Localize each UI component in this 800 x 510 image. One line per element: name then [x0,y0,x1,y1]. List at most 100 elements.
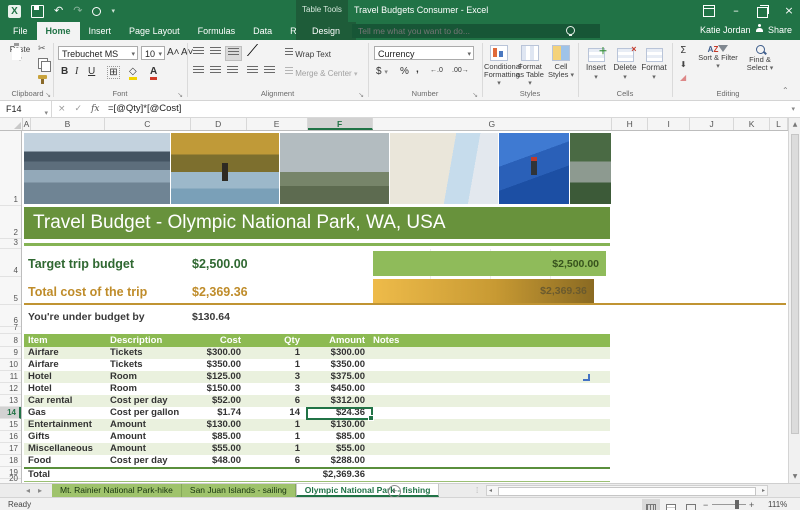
forest-stream-photo[interactable] [570,133,611,204]
sheet-tab-olympic-national-park-fishing[interactable]: Olympic National Park - fishing [296,484,440,497]
table-cell[interactable]: $375.00 [304,371,369,383]
fill-color-icon[interactable]: ◇ [129,66,137,80]
table-cell[interactable] [369,347,610,359]
number-format-combo[interactable]: Currency [374,46,474,60]
tab-file[interactable]: File [4,22,37,40]
comma-style-icon[interactable]: , [416,64,419,75]
zoom-slider-handle[interactable] [735,500,739,509]
table-cell[interactable]: 6 [245,455,304,467]
table-cell[interactable]: $300.00 [194,347,245,359]
table-cell[interactable]: Amount [106,419,194,431]
table-header-cost[interactable]: Cost [194,334,245,347]
column-header-C[interactable]: C [105,118,191,130]
table-cell[interactable]: 6 [245,395,304,407]
table-cell[interactable]: Gifts [24,431,106,443]
column-header-K[interactable]: K [734,118,770,130]
copy-icon[interactable] [38,58,48,69]
formula-input[interactable]: =[@Qty]*[@Cost] [108,101,181,117]
table-cell[interactable] [369,469,610,481]
scroll-left-icon[interactable]: ◂ [489,487,492,494]
row-header-16[interactable]: 16 [0,431,21,443]
find-select-button[interactable]: Find & Select [740,45,780,72]
decrease-indent-icon[interactable] [245,65,260,78]
table-cell[interactable]: Entertainment [24,419,106,431]
column-header-G[interactable]: G [373,118,613,130]
undo-icon[interactable] [54,3,63,19]
table-cell[interactable]: 1 [245,431,304,443]
table-cell[interactable]: 1 [245,443,304,455]
touch-mode-icon[interactable] [92,7,101,16]
table-cell[interactable]: Car rental [24,395,106,407]
table-cell[interactable]: Room [106,371,194,383]
qat-customize-icon[interactable] [111,7,115,15]
table-cell[interactable]: $450.00 [304,383,369,395]
page-break-view-icon[interactable] [682,499,700,510]
heron-shore-photo[interactable] [280,133,389,204]
table-cell[interactable]: Food [24,455,106,467]
tab-design[interactable]: Design [296,22,356,40]
table-cell[interactable]: $288.00 [304,455,369,467]
tab-formulas[interactable]: Formulas [189,22,245,40]
table-cell[interactable] [369,407,610,419]
conditional-formatting-button[interactable]: Conditional Formatting [484,45,514,87]
table-cell[interactable]: Gas [24,407,106,419]
table-cell[interactable]: $312.00 [304,395,369,407]
table-cell[interactable]: 14 [245,407,304,419]
table-cell[interactable]: $125.00 [194,371,245,383]
ribbon-display-options-icon[interactable] [703,5,715,17]
angler-blue-water-photo[interactable] [499,133,569,204]
table-cell[interactable] [369,419,610,431]
name-box[interactable]: F14 [0,101,52,117]
tell-me-search-input[interactable] [352,24,600,38]
table-cell[interactable]: $85.00 [304,431,369,443]
table-cell[interactable] [369,455,610,467]
table-cell[interactable] [194,469,245,481]
table-cell[interactable]: Miscellaneous [24,443,106,455]
table-cell[interactable]: $55.00 [194,443,245,455]
cut-icon[interactable]: ✂ [38,44,46,54]
fill-icon[interactable]: ⬇ [680,60,687,69]
zoom-in-icon[interactable]: + [749,500,754,510]
format-cells-button[interactable]: Format [640,48,668,81]
delete-cells-button[interactable]: × Delete [611,48,639,81]
font-name-combo[interactable]: Trebuchet MS [58,46,138,60]
table-cell[interactable]: Room [106,383,194,395]
clipboard-dialog-launcher-icon[interactable] [45,91,51,99]
table-cell[interactable] [245,469,304,481]
table-cell[interactable]: Cost per day [106,455,194,467]
table-resize-handle-icon[interactable] [583,374,590,381]
page-layout-view-icon[interactable] [662,499,680,510]
table-header-amount[interactable]: Amount [304,334,369,347]
row-header-4[interactable]: 4 [0,249,21,277]
expand-formula-bar-icon[interactable] [791,105,795,113]
row-header-17[interactable]: 17 [0,443,21,455]
zoom-level[interactable]: 111% [768,500,787,509]
table-cell[interactable]: $85.00 [194,431,245,443]
table-header-qty[interactable]: Qty [245,334,304,347]
column-header-H[interactable]: H [612,118,648,130]
close-button[interactable]: × [782,0,796,22]
column-header-B[interactable]: B [31,118,105,130]
table-cell[interactable] [369,383,610,395]
table-cell[interactable]: $350.00 [304,359,369,371]
font-color-icon[interactable]: A [150,66,157,80]
enter-formula-icon[interactable] [75,104,83,114]
row-header-7[interactable]: 7 [0,327,21,334]
mountain-lake-reflection-photo[interactable] [24,133,170,204]
select-all-corner[interactable] [0,118,23,130]
collapse-ribbon-icon[interactable] [782,86,789,95]
zoom-out-icon[interactable]: − [703,500,708,510]
table-cell[interactable]: Tickets [106,347,194,359]
horizontal-scrollbar[interactable]: ◂ ▸ [486,485,768,496]
vertical-scroll-thumb[interactable] [791,134,799,434]
borders-icon[interactable]: ⊞ [107,66,120,79]
align-right-icon[interactable] [225,65,240,78]
increase-font-icon[interactable]: A˄ [167,47,180,58]
italic-button[interactable]: I [75,66,78,77]
align-top-icon[interactable] [191,46,206,59]
tab-home[interactable]: Home [37,22,80,40]
align-center-icon[interactable] [208,65,223,78]
table-cell[interactable] [369,431,610,443]
table-cell[interactable] [369,371,610,383]
table-cell[interactable]: $1.74 [194,407,245,419]
